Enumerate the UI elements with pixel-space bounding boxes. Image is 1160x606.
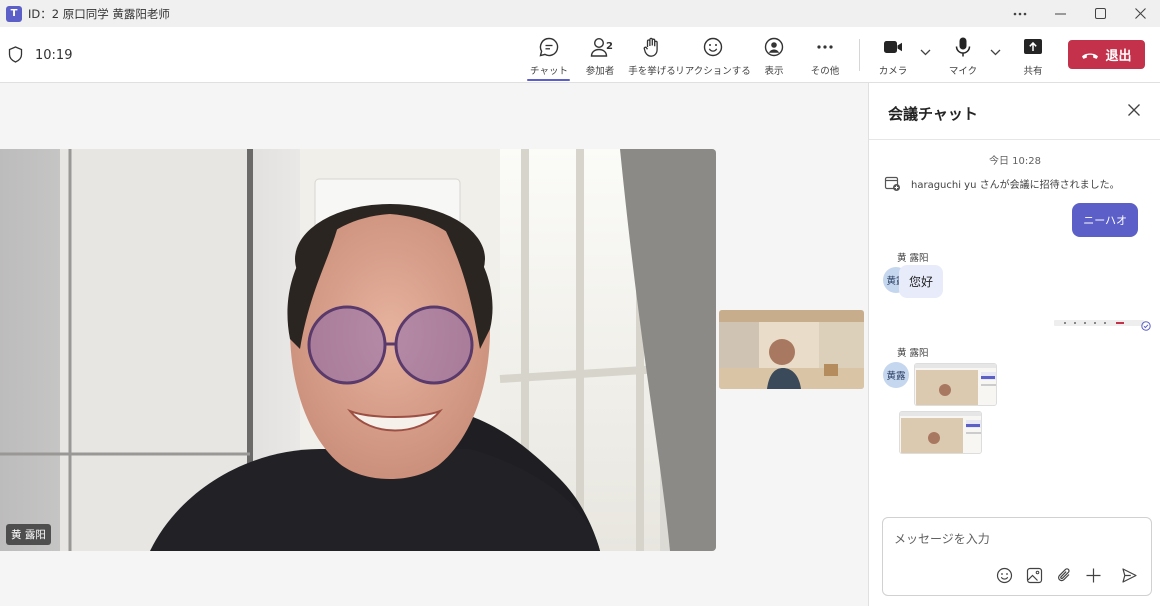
toolbar-more-label: その他 <box>810 66 840 77</box>
participant-name-tag: 黄 露阳 <box>6 524 51 545</box>
sent-image-preview[interactable] <box>1054 320 1144 326</box>
send-icon[interactable] <box>1121 567 1138 584</box>
system-message: haraguchi yu さんが会議に招待されました。 <box>884 175 1120 192</box>
more-icon <box>817 45 833 49</box>
video-stage: 黄 露阳 <box>0 83 868 606</box>
window-title: ID：2 原口同学 黄露阳老师 <box>28 6 170 21</box>
message-input-placeholder[interactable]: メッセージを入力 <box>894 530 990 547</box>
paperclip-icon[interactable] <box>1056 567 1073 584</box>
window-controls <box>1000 0 1160 27</box>
maximize-button[interactable] <box>1080 0 1120 27</box>
message-sender-name: 黄 露阳 <box>897 348 929 359</box>
their-message-bubble[interactable]: 您好 <box>899 265 944 298</box>
chat-panel-title: 会議チャット <box>888 105 978 123</box>
shared-image-thumbnail[interactable] <box>899 411 982 454</box>
avatar[interactable]: 黄露 <box>883 362 909 388</box>
toolbar-chat-label: チャット <box>530 66 568 77</box>
plus-icon[interactable] <box>1085 567 1102 584</box>
screenshot-image <box>900 412 981 453</box>
window-more-button[interactable] <box>1000 0 1040 27</box>
close-icon <box>1134 8 1146 19</box>
self-video-thumbnail[interactable] <box>719 310 864 389</box>
toolbar-reactions-button[interactable]: リアクションする <box>675 35 751 77</box>
system-message-text: haraguchi yu さんが会議に招待されました。 <box>911 180 1120 191</box>
participant-count: 2 <box>606 41 613 52</box>
hang-up-icon <box>1082 53 1099 59</box>
participant-video-image <box>0 149 716 551</box>
chat-icon <box>539 37 559 57</box>
leave-button[interactable]: 退出 <box>1068 40 1145 69</box>
mic-icon <box>955 37 971 57</box>
screenshot-image <box>915 364 996 405</box>
toolbar-raise-hand-button[interactable]: 手を挙げる <box>628 35 676 77</box>
toolbar-chat-button[interactable]: チャット <box>530 35 568 77</box>
chat-timestamp: 今日 10:28 <box>989 156 1041 167</box>
title-bar: T ID：2 原口同学 黄露阳老师 <box>0 0 1160 27</box>
toolbar-share-label: 共有 <box>1023 66 1043 77</box>
maximize-icon <box>1094 8 1106 19</box>
message-sender-name: 黄 露阳 <box>897 253 929 264</box>
toolbar-raise-hand-label: 手を挙げる <box>628 66 676 77</box>
read-receipt-icon <box>1141 321 1151 331</box>
meeting-timer: 10:19 <box>35 48 73 63</box>
share-icon <box>1024 39 1042 54</box>
meeting-chat-panel: 会議チャット 今日 10:28 haraguchi yu さんが会議に招待されま… <box>868 83 1160 606</box>
toolbar-mic-label: マイク <box>948 66 978 77</box>
ellipsis-icon <box>1013 12 1027 15</box>
toolbar-more-button[interactable]: その他 <box>808 35 842 77</box>
chat-close-icon[interactable] <box>1127 103 1141 117</box>
toolbar-reactions-label: リアクションする <box>675 66 751 77</box>
shield-icon <box>8 46 23 63</box>
view-icon <box>764 37 784 57</box>
image-icon[interactable] <box>1026 567 1043 584</box>
calendar-add-icon <box>884 176 900 191</box>
toolbar-divider <box>859 39 860 71</box>
toolbar-camera-button[interactable]: カメラ <box>877 35 909 77</box>
close-window-button[interactable] <box>1120 0 1160 27</box>
minimize-icon <box>1054 13 1066 14</box>
camera-icon <box>884 41 902 53</box>
emoji-icon[interactable] <box>996 567 1013 584</box>
active-tab-indicator <box>527 79 570 81</box>
meeting-toolbar: 10:19 チャット 参加者 2 手を挙げる リアクションする 表示 その他 カ… <box>0 27 1160 83</box>
chat-header-divider <box>869 139 1160 140</box>
raise-hand-icon <box>643 37 658 57</box>
toolbar-participants-label: 参加者 <box>585 66 615 77</box>
shared-image-thumbnail[interactable] <box>914 363 997 406</box>
leave-label: 退出 <box>1105 49 1132 64</box>
camera-options-chevron-down-icon[interactable] <box>920 49 931 56</box>
minimize-button[interactable] <box>1040 0 1080 27</box>
mic-options-chevron-down-icon[interactable] <box>990 49 1001 56</box>
teams-logo-icon: T <box>6 5 22 22</box>
toolbar-share-button[interactable]: 共有 <box>1018 35 1048 77</box>
main-video-tile[interactable]: 黄 露阳 <box>0 149 716 551</box>
toolbar-view-button[interactable]: 表示 <box>759 35 789 77</box>
toolbar-mic-button[interactable]: マイク <box>947 35 979 77</box>
toolbar-view-label: 表示 <box>764 66 784 77</box>
message-composer[interactable]: メッセージを入力 <box>882 517 1152 596</box>
emoji-icon <box>703 37 723 57</box>
toolbar-camera-label: カメラ <box>878 66 908 77</box>
my-message-bubble[interactable]: ニーハオ <box>1072 203 1138 237</box>
self-video-image <box>719 310 864 389</box>
